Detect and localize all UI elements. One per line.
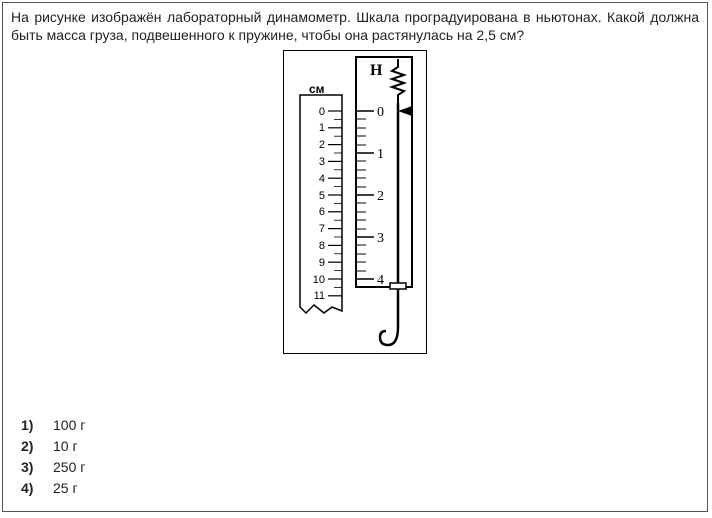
answer-number: 4) (21, 480, 49, 496)
ruler-label-7: 7 (319, 223, 325, 235)
answer-text: 10 г (49, 438, 78, 454)
force-label-1: 1 (377, 147, 384, 162)
answer-option[interactable]: 3) 250 г (21, 459, 85, 475)
ruler-label-9: 9 (319, 257, 325, 269)
dynamometer-figure: Н (283, 50, 427, 354)
answers-block: 1) 100 г 2) 10 г 3) 250 г 4) 25 г (21, 412, 85, 501)
answer-text: 250 г (49, 459, 85, 475)
answer-number: 1) (21, 417, 49, 433)
answer-option[interactable]: 2) 10 г (21, 438, 85, 454)
page-frame: На рисунке изображён лабораторный динамо… (2, 2, 708, 512)
dynamometer-svg: Н (284, 51, 426, 353)
hook-icon (380, 327, 398, 345)
force-label-3: 3 (377, 231, 384, 246)
ruler-label-11: 11 (314, 290, 325, 302)
ruler-label-6: 6 (319, 206, 325, 218)
answer-text: 25 г (49, 480, 78, 496)
ruler-label-1: 1 (319, 122, 325, 134)
ruler-label-2: 2 (319, 139, 325, 151)
answer-number: 2) (21, 438, 49, 454)
rod-opening (390, 283, 406, 289)
force-label-4: 4 (377, 273, 384, 288)
ruler-label-4: 4 (319, 173, 325, 185)
answer-number: 3) (21, 459, 49, 475)
answer-text: 100 г (49, 417, 85, 433)
ruler-label-5: 5 (319, 190, 325, 202)
ruler-label-10: 10 (313, 274, 325, 286)
question-text: На рисунке изображён лабораторный динамо… (3, 3, 707, 44)
answer-option[interactable]: 4) 25 г (21, 480, 85, 496)
ruler-label-8: 8 (319, 240, 325, 252)
figure-container: Н (3, 44, 707, 354)
ruler-unit-label: см (309, 82, 325, 96)
force-unit-label: Н (370, 62, 383, 79)
ruler-label-3: 3 (319, 156, 325, 168)
force-label-0: 0 (377, 105, 384, 120)
force-label-2: 2 (377, 189, 384, 204)
answer-option[interactable]: 1) 100 г (21, 417, 85, 433)
ruler-label-0: 0 (319, 106, 325, 118)
